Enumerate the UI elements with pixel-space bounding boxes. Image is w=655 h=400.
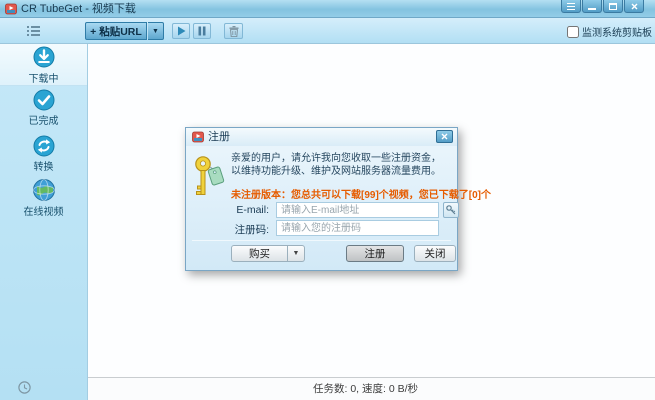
toolbar: + 粘贴URL ▼ 监测系统剪贴板 [0, 18, 655, 44]
pause-download-button[interactable] [193, 23, 211, 39]
chevron-down-icon: ▼ [152, 28, 159, 35]
sidebar-label-convert[interactable]: 转换 [0, 158, 87, 173]
check-circle-icon [33, 89, 55, 111]
pause-icon [198, 26, 206, 36]
buy-button[interactable]: 购买 [231, 245, 288, 262]
dialog-close-icon [441, 133, 448, 140]
paste-url-button[interactable]: + 粘贴URL [85, 22, 147, 40]
sidebar: 下载中 已完成 转换 在线视 [0, 44, 88, 400]
app-icon [5, 3, 17, 15]
minimize-icon [588, 8, 596, 10]
regcode-field[interactable] [276, 220, 439, 236]
email-field[interactable] [276, 202, 439, 218]
dialog-app-icon [192, 131, 204, 143]
monitor-clipboard-label[interactable]: 监测系统剪贴板 [582, 24, 652, 39]
register-button[interactable]: 注册 [346, 245, 404, 262]
dialog-warning-text: 未注册版本：您总共可以下载[99]个视频，您已下载了[0]个 [231, 186, 456, 201]
close-dialog-button[interactable]: 关闭 [414, 245, 456, 262]
close-icon [631, 3, 638, 10]
dialog-title-bar: 注册 [186, 128, 457, 146]
minimize-button[interactable] [582, 0, 602, 13]
sidebar-label-online-video[interactable]: 在线视频 [0, 203, 87, 218]
key-button-icon [446, 205, 456, 215]
play-icon [177, 26, 186, 36]
window-title: CR TubeGet - 视频下载 [21, 0, 136, 18]
dialog-footer-divider [192, 240, 451, 241]
trash-icon [229, 26, 239, 37]
app-window: CR TubeGet - 视频下载 [0, 0, 655, 400]
sidebar-label-completed[interactable]: 已完成 [0, 112, 87, 127]
sidebar-label-downloading[interactable]: 下载中 [0, 70, 87, 85]
dialog-close-button[interactable] [436, 130, 453, 143]
status-text: 任务数: 0, 速度: 0 B/秒 [313, 383, 418, 395]
regcode-label: 注册码: [196, 222, 269, 237]
dialog-title: 注册 [208, 128, 230, 146]
start-download-button[interactable] [172, 23, 190, 39]
retrieve-code-button[interactable] [443, 202, 459, 218]
paste-url-dropdown-button[interactable]: ▼ [148, 22, 164, 40]
dialog-message: 亲爱的用户，请允许我向您收取一些注册资金，以维持功能升级、维护及网站服务器流量费… [231, 152, 448, 178]
delete-task-button[interactable] [224, 23, 243, 39]
monitor-clipboard-checkbox[interactable] [567, 26, 579, 38]
close-button[interactable] [624, 0, 644, 13]
window-controls [561, 0, 644, 13]
window-menu-icon [567, 3, 575, 10]
title-bar: CR TubeGet - 视频下载 [0, 0, 655, 18]
register-dialog: 注册 亲爱的用户，请允许我向您收取一些注册资金，以维持功能升级、维护及网站服务器… [185, 127, 458, 271]
maximize-icon [609, 3, 617, 10]
convert-circle-icon [33, 135, 55, 157]
globe-icon [32, 178, 56, 202]
download-circle-icon [33, 46, 55, 68]
grid-menu-icon[interactable] [27, 25, 40, 37]
maximize-button[interactable] [603, 0, 623, 13]
clock-icon[interactable] [18, 381, 31, 394]
key-tag-icon [194, 155, 226, 201]
buy-dropdown-button[interactable]: ▼ [288, 245, 305, 262]
chevron-down-icon: ▼ [293, 250, 300, 257]
email-label: E-mail: [196, 204, 269, 216]
status-bar: 任务数: 0, 速度: 0 B/秒 [88, 377, 655, 400]
monitor-clipboard-option: 监测系统剪贴板 [567, 24, 652, 39]
sidebar-item-downloading[interactable] [0, 46, 87, 73]
window-menu-button[interactable] [561, 0, 581, 13]
